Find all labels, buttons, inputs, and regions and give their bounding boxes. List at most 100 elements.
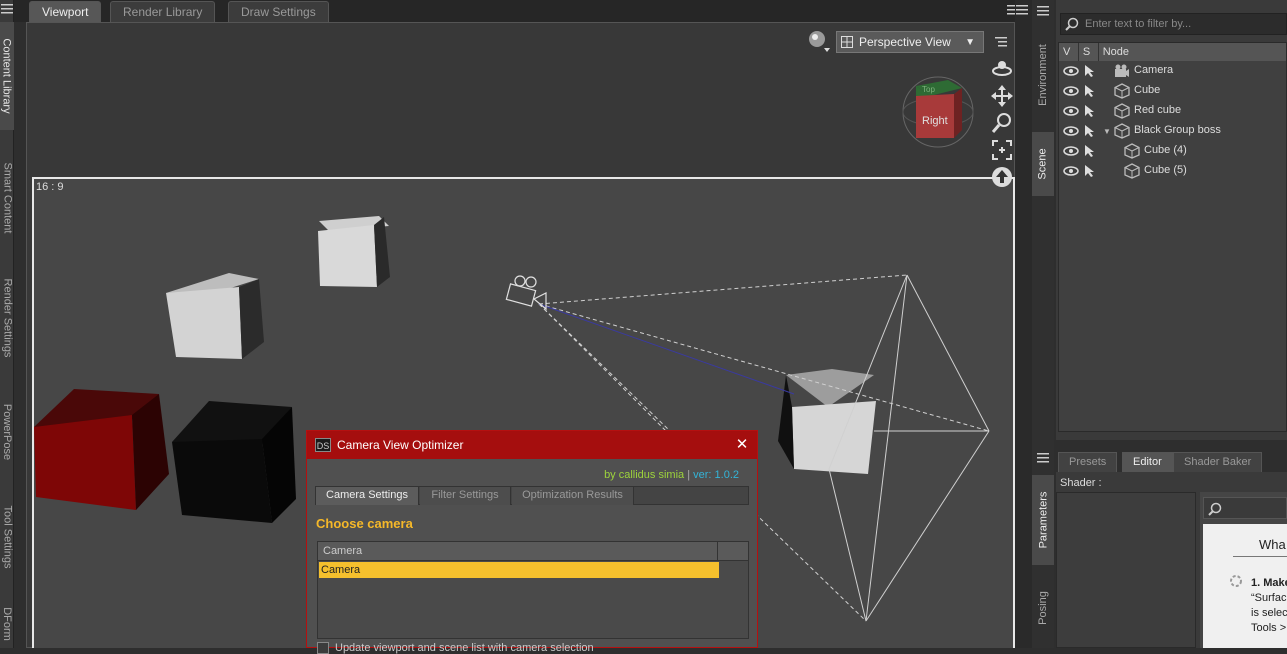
orientation-cube-gizmo[interactable]: Top Right [900, 74, 978, 150]
search-icon [1208, 502, 1222, 516]
update-viewport-option[interactable]: Update viewport and scene list with came… [317, 642, 594, 654]
shader-search[interactable] [1203, 497, 1287, 519]
loading-spinner-icon [1230, 575, 1242, 587]
col-selectable[interactable]: S [1079, 43, 1099, 61]
camera-column-header[interactable]: Camera [318, 542, 718, 561]
col-visible[interactable]: V [1059, 43, 1079, 61]
scene-row[interactable]: Cube (5) [1059, 161, 1286, 181]
visibility-eye-icon[interactable] [1063, 105, 1079, 117]
tab-scene[interactable]: Scene [1032, 132, 1054, 196]
tab-editor[interactable]: Editor [1122, 452, 1173, 472]
pan-icon[interactable] [990, 84, 1014, 108]
scene-row[interactable]: Cube (4) [1059, 141, 1286, 161]
cube-node-icon [1124, 143, 1140, 159]
black-cube [172, 401, 296, 523]
params-panel-menu-icon[interactable] [1037, 452, 1049, 463]
panel-splitter[interactable] [1015, 0, 1032, 648]
credit-author: by callidus simia [604, 469, 685, 481]
grid-icon [841, 36, 853, 48]
aspect-ratio-label: 16 : 9 [36, 181, 64, 193]
table-row[interactable]: Camera [319, 562, 719, 578]
camera-node-icon [1115, 64, 1129, 77]
scene-header: V S Node [1059, 43, 1286, 61]
gizmo-top-label: Top [922, 85, 935, 94]
selectable-arrow-icon[interactable] [1083, 164, 1099, 178]
camera-table: Camera Camera [317, 541, 749, 639]
tab-filter-settings[interactable]: Filter Settings [420, 487, 511, 505]
dialog-title: Camera View Optimizer [337, 438, 464, 452]
tab-content-library[interactable]: Content Library [0, 22, 14, 130]
viewport-options-icon[interactable] [995, 36, 1007, 47]
tab-optimization-results[interactable]: Optimization Results [512, 487, 634, 505]
tab-viewport[interactable]: Viewport [29, 1, 102, 22]
credit-separator: | [687, 469, 691, 481]
dialog-credit: by callidus simia | ver: 1.0.2 [604, 469, 739, 481]
selectable-arrow-icon[interactable] [1083, 124, 1099, 138]
scene-node-label: Cube (5) [1144, 164, 1187, 176]
gizmo-right-label: Right [922, 115, 948, 127]
visibility-eye-icon[interactable] [1063, 85, 1079, 97]
scene-row[interactable]: Cube [1059, 81, 1286, 101]
scene-row[interactable]: ▼ Black Group boss [1059, 121, 1286, 141]
scene-row[interactable]: Red cube [1059, 101, 1286, 121]
tab-render-library[interactable]: Render Library [110, 1, 216, 22]
tab-environment[interactable]: Environment [1032, 30, 1054, 120]
selectable-arrow-icon[interactable] [1083, 64, 1099, 78]
dialog-title-bar[interactable]: DS Camera View Optimizer ✕ [307, 431, 757, 459]
selectable-arrow-icon[interactable] [1083, 84, 1099, 98]
credit-version: ver: 1.0.2 [693, 469, 739, 481]
tab-shader-baker[interactable]: Shader Baker [1173, 452, 1263, 472]
view-select[interactable]: Perspective View ▼ [836, 31, 984, 53]
update-viewport-checkbox[interactable] [317, 642, 329, 654]
frame-icon[interactable] [990, 138, 1014, 162]
tab-posing[interactable]: Posing [1032, 578, 1054, 638]
scene-node-label: Red cube [1134, 104, 1182, 116]
shader-list[interactable] [1056, 492, 1196, 648]
tab-render-settings[interactable]: Render Settings [0, 265, 14, 370]
col-node[interactable]: Node [1099, 43, 1286, 61]
shader-label: Shader : [1060, 477, 1102, 489]
tab-tool-settings[interactable]: Tool Settings [0, 492, 14, 582]
scene-panel: V S Node Camera Cube Red cube ▼ Black Group … [1056, 0, 1287, 440]
visibility-eye-icon[interactable] [1063, 65, 1079, 77]
tab-draw-settings[interactable]: Draw Settings [228, 1, 329, 22]
panel-menu-icon[interactable] [1, 3, 13, 14]
left-panel-tabs: Content Library Smart Content Render Set… [0, 0, 14, 648]
scene-node-label: Cube [1134, 84, 1161, 96]
selectable-arrow-icon[interactable] [1083, 144, 1099, 158]
scene-panel-menu-icon[interactable] [1037, 5, 1049, 16]
tab-smart-content[interactable]: Smart Content [0, 150, 14, 245]
tab-powerpose[interactable]: PowerPose [0, 392, 14, 472]
search-icon [1065, 17, 1079, 31]
tab-parameters[interactable]: Parameters [1032, 475, 1054, 565]
visibility-eye-icon[interactable] [1063, 165, 1079, 177]
visibility-eye-icon[interactable] [1063, 145, 1079, 157]
scene-node-label: Black Group boss [1134, 124, 1221, 136]
tab-dform[interactable]: DForm [0, 600, 14, 648]
scene-filter[interactable] [1060, 13, 1287, 35]
scene-filter-input[interactable] [1085, 18, 1275, 30]
expand-arrow-icon[interactable]: ▼ [1103, 127, 1111, 136]
camera-object [505, 275, 547, 311]
zoom-icon[interactable] [990, 111, 1014, 135]
scene-node-label: Camera [1134, 64, 1174, 76]
target-cube [778, 369, 876, 474]
right-panel-tabs: Environment Scene Parameters Posing [1032, 0, 1054, 648]
panel-menu-icon-right[interactable] [1016, 4, 1028, 15]
orbit-icon[interactable] [990, 56, 1014, 80]
cube-node-icon [1114, 123, 1130, 139]
cube-node-icon [1114, 83, 1130, 99]
scene-row[interactable]: Camera [1059, 61, 1286, 81]
aim-icon[interactable] [990, 165, 1014, 189]
tab-camera-settings[interactable]: Camera Settings [316, 487, 419, 505]
selectable-arrow-icon[interactable] [1083, 104, 1099, 118]
help-divider [1233, 556, 1287, 557]
cube-node-icon [1114, 103, 1130, 119]
visibility-eye-icon[interactable] [1063, 125, 1079, 137]
tab-presets[interactable]: Presets [1058, 452, 1118, 472]
close-icon[interactable]: ✕ [735, 437, 749, 452]
parameters-panel: Presets Editor Shader Baker Shader : Wha… [1056, 450, 1287, 648]
shading-sphere-icon[interactable] [808, 30, 830, 55]
scene-tree: V S Node Camera Cube Red cube ▼ Black Group … [1058, 42, 1287, 432]
choose-camera-heading: Choose camera [316, 516, 413, 531]
